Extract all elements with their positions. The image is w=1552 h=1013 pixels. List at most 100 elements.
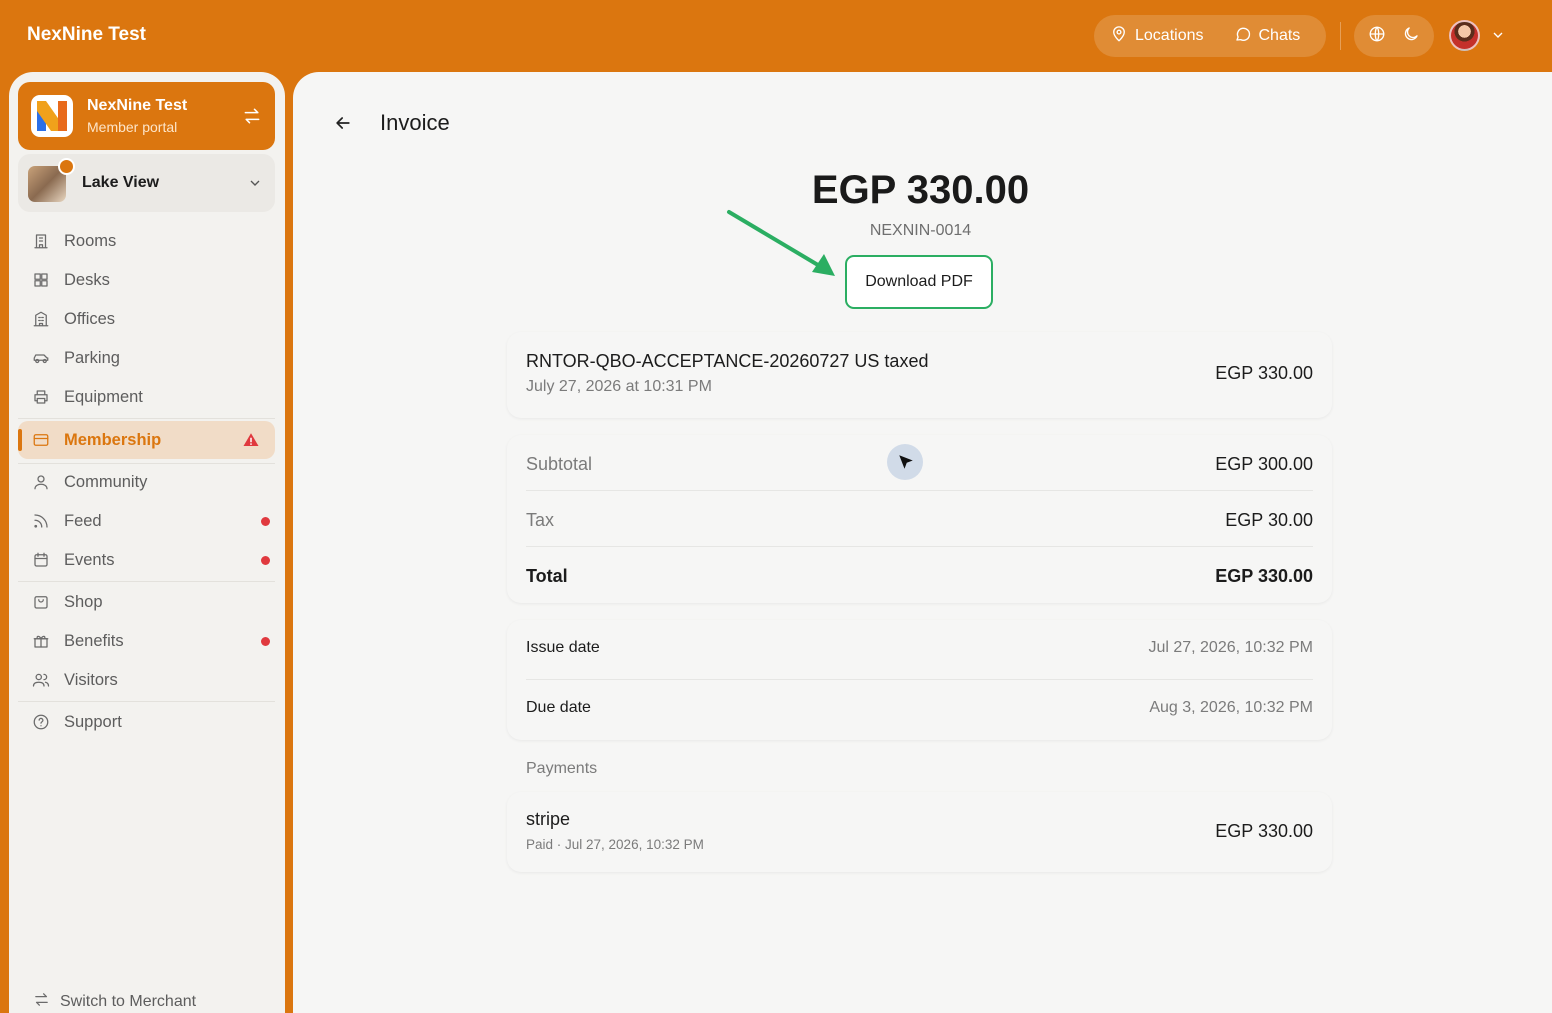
sidebar-item-label: Equipment <box>64 387 143 406</box>
invoice-number: NEXNIN-0014 <box>869 222 972 239</box>
payment-card: stripe Paid · Jul 27, 2026, 10:32 PM EGP… <box>507 792 1332 872</box>
users-icon <box>32 671 50 694</box>
sidebar-divider <box>18 418 275 419</box>
swap-arrows-icon[interactable] <box>242 106 262 131</box>
main-content: Invoice EGP 330.00 NEXNIN-0014 Download … <box>293 72 1552 1013</box>
sidebar-item-label: Membership <box>64 430 162 449</box>
tax-label: Tax <box>526 510 555 530</box>
swap-arrows-icon <box>33 991 50 1013</box>
globe-icon[interactable] <box>1368 25 1386 48</box>
sidebar-item-community[interactable]: Community <box>18 463 275 501</box>
total-label: Total <box>526 566 568 586</box>
sidebar-item-label: Visitors <box>64 670 118 689</box>
dates-card: Issue date Jul 27, 2026, 10:32 PM Due da… <box>507 620 1332 740</box>
org-logo <box>31 95 73 137</box>
sidebar-item-label: Offices <box>64 309 116 328</box>
tax-row: Tax EGP 30.00 <box>526 491 1313 547</box>
invoice-amount: EGP 330.00 <box>811 168 1030 212</box>
notification-dot <box>261 556 270 565</box>
notification-dot <box>261 517 270 526</box>
user-avatar[interactable] <box>1449 20 1480 51</box>
shopping-bag-icon <box>32 593 50 616</box>
sidebar-item-label: Community <box>64 472 148 491</box>
app-title: NexNine Test <box>27 24 146 45</box>
location-badge <box>58 158 75 175</box>
sidebar-item-label: Shop <box>64 592 103 611</box>
switch-to-merchant[interactable]: Switch to Merchant <box>33 991 196 1013</box>
car-icon <box>32 349 50 372</box>
sidebar-item-visitors[interactable]: Visitors <box>18 661 275 699</box>
nav-locations-label: Locations <box>1135 27 1204 44</box>
sidebar-item-label: Feed <box>64 511 102 530</box>
payment-amount: EGP 330.00 <box>1215 821 1313 841</box>
chevron-down-icon[interactable] <box>247 175 263 196</box>
sidebar-item-support[interactable]: Support <box>18 703 275 741</box>
org-subtitle: Member portal <box>87 119 178 135</box>
location-name: Lake View <box>82 174 160 191</box>
line-item-card: RNTOR-QBO-ACCEPTANCE-20260727 US taxed J… <box>507 332 1332 418</box>
location-selector[interactable]: Lake View <box>18 154 275 212</box>
sidebar-item-equipment[interactable]: Equipment <box>18 378 275 416</box>
issue-date-label: Issue date <box>526 639 600 656</box>
total-value: EGP 330.00 <box>1215 566 1313 586</box>
sidebar-item-rooms[interactable]: Rooms <box>18 222 275 260</box>
sidebar: NexNine Test Member portal Lake View Roo… <box>9 72 285 1013</box>
cursor-arrow-icon <box>899 455 913 469</box>
due-date-value: Aug 3, 2026, 10:32 PM <box>1149 699 1313 716</box>
top-bar-divider <box>1340 22 1341 50</box>
sidebar-item-parking[interactable]: Parking <box>18 339 275 377</box>
sidebar-item-shop[interactable]: Shop <box>18 583 275 621</box>
page-title: Invoice <box>380 110 450 135</box>
credit-card-icon <box>32 431 50 454</box>
arrow-left-icon[interactable] <box>333 113 353 138</box>
nav-locations[interactable]: Locations <box>1110 25 1204 48</box>
grid-icon <box>32 271 50 294</box>
chat-bubble-icon <box>1234 25 1252 48</box>
sidebar-item-benefits[interactable]: Benefits <box>18 622 275 660</box>
line-item-amount: EGP 330.00 <box>1215 363 1313 383</box>
download-pdf-button[interactable]: Download PDF <box>845 255 993 309</box>
gift-icon <box>32 632 50 655</box>
subtotal-label: Subtotal <box>526 454 593 474</box>
sidebar-divider <box>18 701 275 702</box>
sidebar-item-events[interactable]: Events <box>18 541 275 579</box>
top-nav: Locations Chats <box>1094 15 1326 57</box>
sidebar-item-desks[interactable]: Desks <box>18 261 275 299</box>
due-date-row: Due date Aug 3, 2026, 10:32 PM <box>526 680 1313 736</box>
help-circle-icon <box>32 713 50 736</box>
issue-date-value: Jul 27, 2026, 10:32 PM <box>1148 639 1313 656</box>
sidebar-item-feed[interactable]: Feed <box>18 502 275 540</box>
org-name: NexNine Test <box>87 97 188 114</box>
map-pin-icon <box>1110 25 1128 48</box>
active-indicator <box>18 429 22 451</box>
annotation-arrow <box>727 210 835 276</box>
sidebar-item-membership[interactable]: Membership <box>18 421 275 459</box>
payments-heading: Payments <box>526 760 598 777</box>
building-icon <box>32 232 50 255</box>
sidebar-item-label: Support <box>64 712 122 731</box>
due-date-label: Due date <box>526 699 591 716</box>
subtotal-value: EGP 300.00 <box>1215 454 1313 474</box>
total-row: Total EGP 330.00 <box>526 547 1313 603</box>
moon-icon[interactable] <box>1402 25 1420 48</box>
sidebar-item-label: Events <box>64 550 115 569</box>
payment-status: Paid · Jul 27, 2026, 10:32 PM <box>526 837 704 852</box>
org-switcher[interactable]: NexNine Test Member portal <box>18 82 275 150</box>
nav-chats[interactable]: Chats <box>1234 25 1300 48</box>
sidebar-item-label: Benefits <box>64 631 124 650</box>
sidebar-item-label: Rooms <box>64 231 117 250</box>
line-item-description: RNTOR-QBO-ACCEPTANCE-20260727 US taxed <box>526 351 929 371</box>
sidebar-item-label: Desks <box>64 270 110 289</box>
chevron-down-icon[interactable] <box>1490 27 1506 48</box>
rss-icon <box>32 512 50 535</box>
printer-icon <box>32 388 50 411</box>
user-icon <box>32 473 50 496</box>
calendar-icon <box>32 551 50 574</box>
sidebar-divider <box>18 581 275 582</box>
line-item-date: July 27, 2026 at 10:31 PM <box>526 378 712 395</box>
sidebar-item-offices[interactable]: Offices <box>18 300 275 338</box>
office-building-icon <box>32 310 50 333</box>
issue-date-row: Issue date Jul 27, 2026, 10:32 PM <box>526 620 1313 676</box>
mouse-cursor <box>887 444 923 480</box>
top-bar: NexNine Test Locations Chats <box>0 0 1552 72</box>
